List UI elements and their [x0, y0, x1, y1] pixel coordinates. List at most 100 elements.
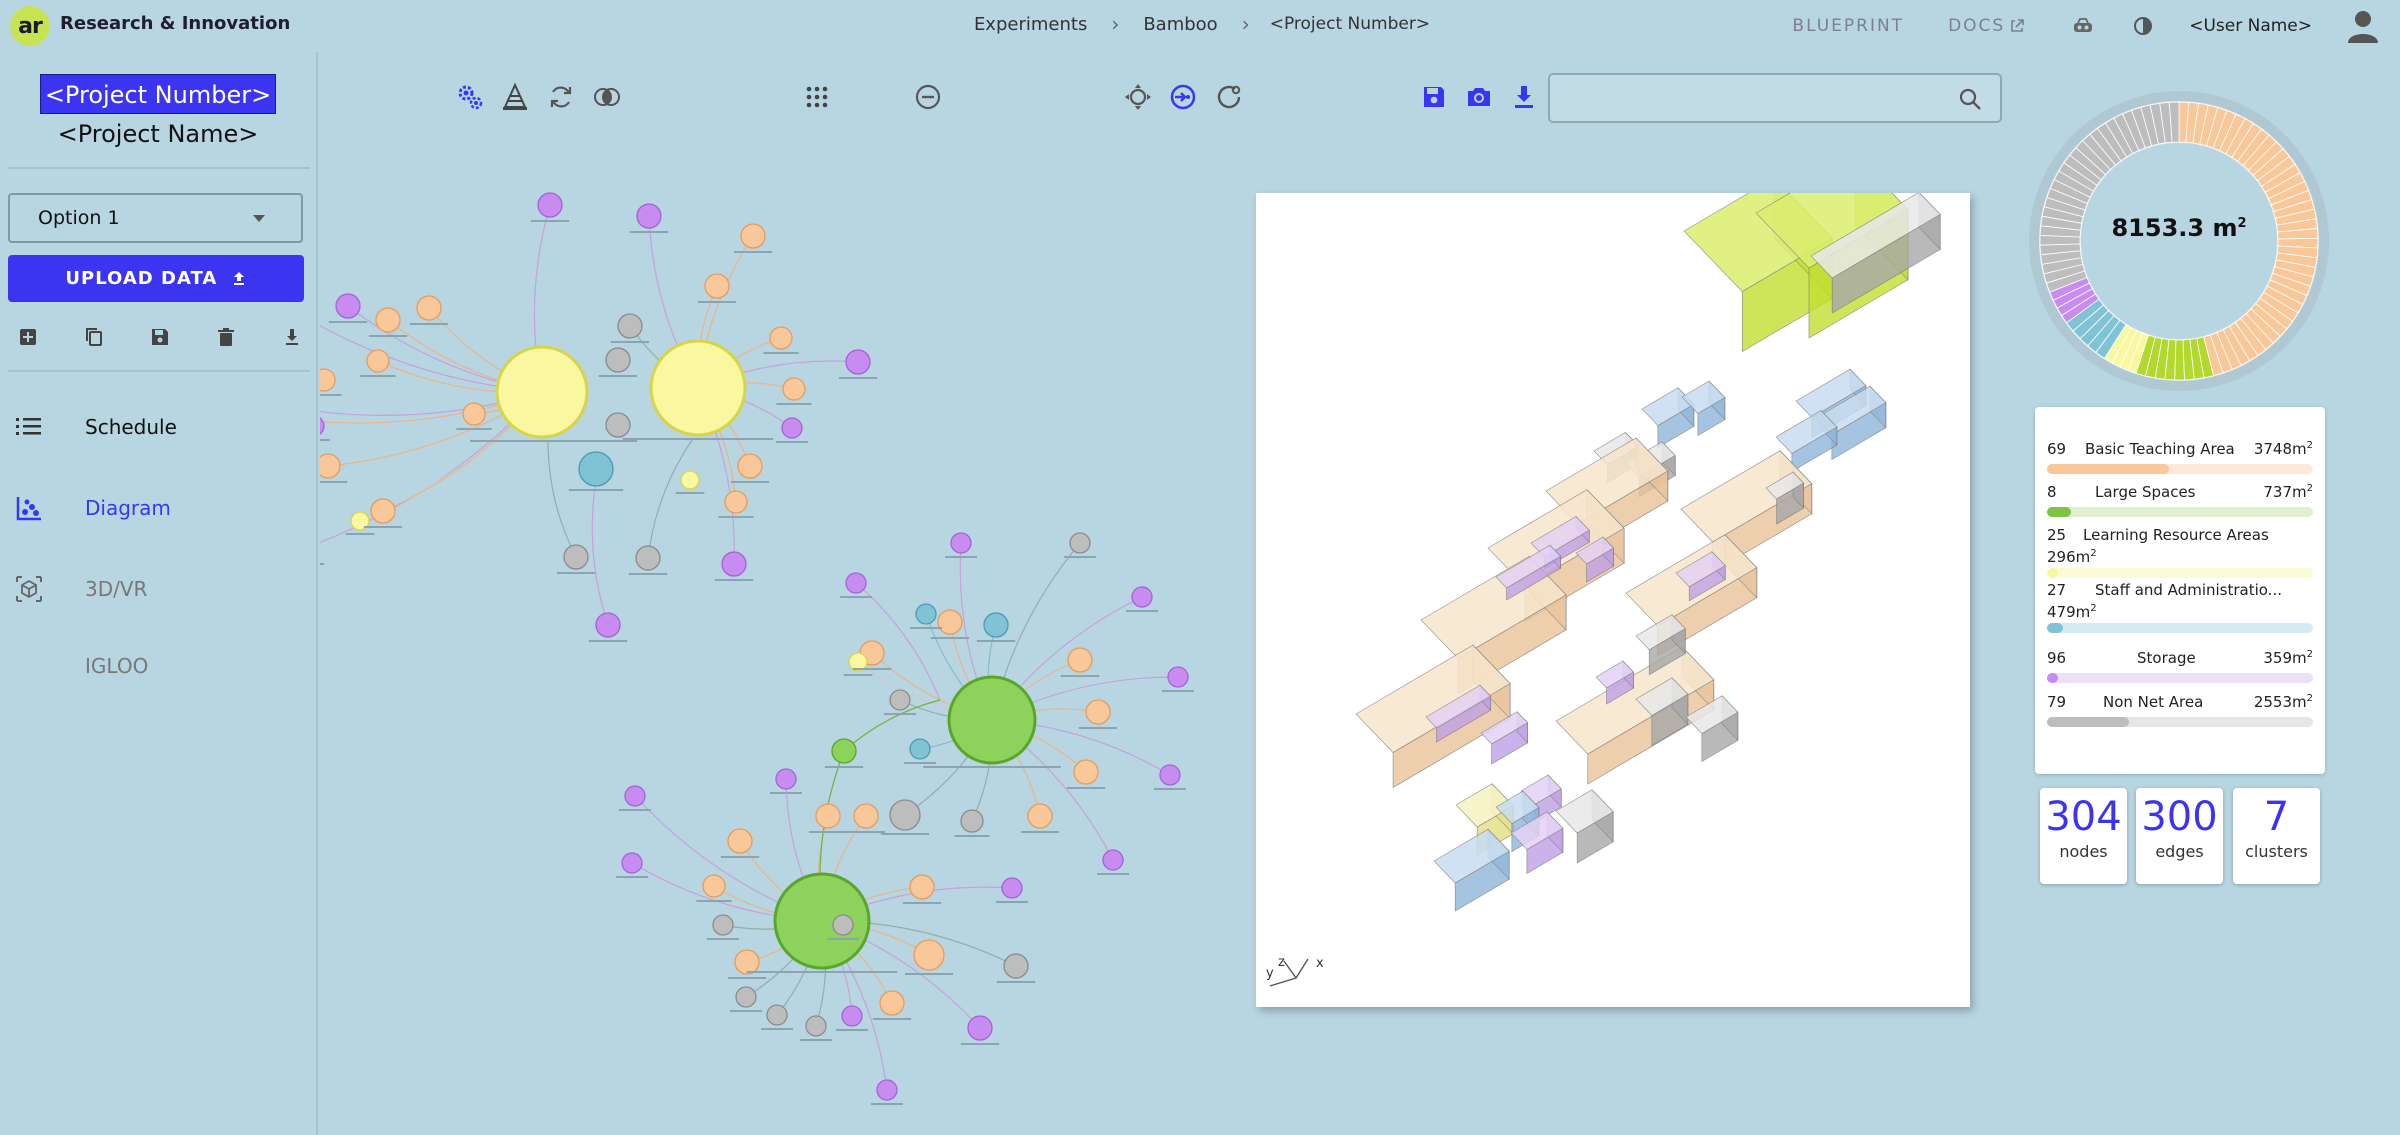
graph-node[interactable]	[320, 368, 336, 392]
graph-node[interactable]	[578, 451, 614, 487]
graph-node[interactable]	[853, 803, 879, 829]
contrast-toggle-icon[interactable]	[2129, 12, 2157, 40]
legend-row[interactable]: 69 Basic Teaching Area 3748m2	[2047, 440, 2313, 474]
graph-node[interactable]	[782, 377, 806, 401]
breadcrumb-bamboo[interactable]: Bamboo	[1133, 14, 1227, 35]
legend-row[interactable]: 96 Storage 359m2	[2047, 649, 2313, 683]
graph-node[interactable]	[735, 986, 757, 1008]
graph-node[interactable]	[766, 1004, 788, 1026]
graph-node[interactable]	[366, 349, 390, 373]
download-icon[interactable]	[280, 325, 304, 349]
graph-node[interactable]	[1003, 953, 1029, 979]
graph-node[interactable]	[649, 339, 747, 437]
graph-node[interactable]	[832, 914, 854, 936]
graph-node[interactable]	[621, 852, 643, 874]
graph-node[interactable]	[947, 675, 1037, 765]
graph-node[interactable]	[805, 1015, 827, 1037]
nav-item-schedule[interactable]: Schedule	[0, 402, 316, 452]
graph-node[interactable]	[1159, 764, 1181, 786]
rotate-view-icon[interactable]	[1214, 82, 1244, 112]
graph-node[interactable]	[702, 874, 726, 898]
graph-node[interactable]	[1001, 877, 1023, 899]
graph-node[interactable]	[1085, 699, 1111, 725]
graph-node[interactable]	[636, 203, 662, 229]
search-icon[interactable]	[1958, 87, 1982, 111]
graph-node[interactable]	[831, 738, 857, 764]
nav-item-igloo[interactable]: IGLOO	[0, 641, 316, 691]
graph-node[interactable]	[1167, 666, 1189, 688]
graph-node[interactable]	[495, 345, 589, 439]
delete-icon[interactable]	[214, 325, 238, 349]
graph-node[interactable]	[704, 273, 730, 299]
graph-node[interactable]	[734, 949, 760, 975]
option-select[interactable]: Option 1	[8, 193, 303, 243]
graph-node[interactable]	[1073, 759, 1099, 785]
graph-node[interactable]	[841, 1005, 863, 1027]
save-icon[interactable]	[148, 325, 172, 349]
graph-node[interactable]	[1069, 532, 1091, 554]
search-input[interactable]	[1562, 83, 1942, 113]
upload-data-button[interactable]: UPLOAD DATA	[8, 255, 304, 302]
graph-node[interactable]	[605, 412, 631, 438]
graph-node[interactable]	[876, 1079, 898, 1101]
refresh-icon[interactable]	[546, 82, 576, 112]
donut-slice[interactable]	[2174, 339, 2185, 381]
graph-node[interactable]	[1131, 586, 1153, 608]
graph-node[interactable]	[909, 738, 931, 760]
legend-row[interactable]: 27 Staff and Administratio... 479m2	[2047, 581, 2313, 633]
graph-node[interactable]	[915, 603, 937, 625]
copy-icon[interactable]	[82, 325, 106, 349]
user-name[interactable]: <User Name>	[2189, 16, 2312, 36]
graph-node[interactable]	[375, 307, 401, 333]
graph-settings-icon[interactable]	[455, 82, 485, 112]
graph-node[interactable]	[913, 939, 945, 971]
graph-node[interactable]	[740, 223, 766, 249]
graph-node[interactable]	[879, 990, 905, 1016]
graph-node[interactable]	[775, 768, 797, 790]
save-view-icon[interactable]	[1419, 82, 1449, 112]
graph-node[interactable]	[563, 544, 589, 570]
legend-row[interactable]: 8 Large Spaces 737m2	[2047, 483, 2313, 517]
graph-node[interactable]	[724, 490, 748, 514]
graph-node[interactable]	[605, 347, 631, 373]
download-view-icon[interactable]	[1509, 82, 1539, 112]
graph-node[interactable]	[1102, 849, 1124, 871]
3d-viewport[interactable]: y z x	[1256, 153, 1970, 1007]
layout-cone-icon[interactable]	[500, 82, 530, 112]
graph-node[interactable]	[617, 313, 643, 339]
graph-node[interactable]	[595, 612, 621, 638]
graph-node[interactable]	[845, 572, 867, 594]
graph-node[interactable]	[773, 872, 871, 970]
graph-node[interactable]	[781, 417, 803, 439]
blueprint-link[interactable]: BLUEPRINT	[1792, 16, 1904, 36]
user-avatar-icon[interactable]	[2344, 7, 2382, 45]
camera-icon[interactable]	[1464, 82, 1494, 112]
graph-node[interactable]	[909, 874, 935, 900]
graph-node[interactable]	[721, 551, 747, 577]
graph-node[interactable]	[624, 785, 646, 807]
graph-node[interactable]	[335, 293, 361, 319]
graph-node[interactable]	[462, 402, 486, 426]
nav-item-3dvr[interactable]: 3D/VR	[0, 564, 316, 614]
grid-dots-icon[interactable]	[802, 82, 832, 112]
graph-node[interactable]	[680, 470, 700, 490]
breadcrumb-experiments[interactable]: Experiments	[964, 14, 1097, 35]
graph-node[interactable]	[845, 349, 871, 375]
graph-node[interactable]	[320, 416, 325, 436]
graph-node[interactable]	[950, 532, 972, 554]
graph-node[interactable]	[737, 453, 763, 479]
graph-node[interactable]	[537, 192, 563, 218]
graph-node[interactable]	[983, 612, 1009, 638]
graph-node[interactable]	[967, 1015, 993, 1041]
nav-item-diagram[interactable]: Diagram	[0, 483, 316, 533]
graph-node[interactable]	[635, 545, 661, 571]
legend-row[interactable]: 25 Learning Resource Areas 296m2	[2047, 526, 2313, 578]
graph-node[interactable]	[960, 809, 984, 833]
graph-node[interactable]	[727, 828, 753, 854]
graph-node[interactable]	[1027, 803, 1053, 829]
graph-node[interactable]	[815, 803, 841, 829]
graph-node[interactable]	[320, 453, 341, 479]
graph-node[interactable]	[370, 498, 396, 524]
graph-node[interactable]	[712, 914, 734, 936]
legend-row[interactable]: 79 Non Net Area 2553m2	[2047, 693, 2313, 727]
